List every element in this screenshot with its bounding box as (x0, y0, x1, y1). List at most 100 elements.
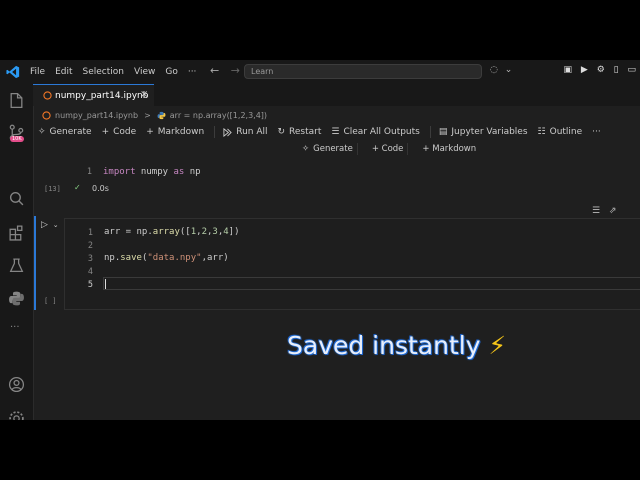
code-line-1: arr = np.array([1,2,3,4]) (104, 227, 240, 237)
account-icon[interactable] (8, 376, 25, 393)
code-cell-2[interactable]: 1 2 3 4 5 arr = np.array([1,2,3,4]) np.s… (64, 218, 640, 310)
menu-selection[interactable]: Selection (79, 67, 128, 77)
menu-file[interactable]: File (26, 67, 49, 77)
close-icon[interactable]: × (140, 89, 148, 100)
markdown-label: Markdown (157, 127, 205, 137)
menu-edit[interactable]: Edit (51, 67, 76, 77)
more-icon: ··· (592, 127, 601, 137)
code-token: "data.npy" (147, 253, 202, 263)
title-bar: File Edit Selection View Go ··· ← → Lear… (0, 60, 640, 85)
copilot-chat-icon[interactable]: ◌ (490, 65, 498, 75)
clear-all-icon: ☰ (331, 127, 340, 137)
plus-icon: + (101, 127, 110, 137)
layout-controls: ▣ ▶ ⚙ ▯ ▭ (558, 65, 636, 75)
code-token: arr = np. (104, 227, 153, 237)
tab-label: numpy_part14.ipynb (55, 91, 149, 101)
notebook-toolbar: ✧ Generate + Code + Markdown Run All ↻ R… (38, 124, 611, 140)
menu-view[interactable]: View (130, 67, 159, 77)
layout-panel-icon[interactable]: ▭ (627, 65, 636, 75)
code-token: ]) (228, 227, 240, 237)
testing-flask-icon[interactable] (8, 257, 25, 274)
jupyter-variables-button[interactable]: ▤ Jupyter Variables (439, 127, 528, 137)
forward-arrow-icon[interactable]: → (231, 64, 240, 77)
back-arrow-icon[interactable]: ← (210, 64, 219, 77)
source-control-badge: 10K (10, 136, 24, 142)
restart-button[interactable]: ↻ Restart (278, 127, 322, 137)
camera-icon[interactable]: ▣ (564, 65, 573, 75)
jupyter-file-icon (43, 91, 52, 103)
nav-arrows: ← → (210, 64, 248, 77)
line-number: 2 (87, 241, 93, 251)
title-bar-actions: ◌ ⌄ (490, 65, 516, 75)
outline-icon: ☷ (537, 127, 546, 137)
insert-generate-button[interactable]: ✧ Generate (298, 143, 358, 155)
breadcrumb-file[interactable]: numpy_part14.ipynb (55, 111, 138, 120)
cell-2-editor[interactable]: 1 2 3 4 5 arr = np.array([1,2,3,4]) np.s… (65, 219, 640, 293)
python-icon[interactable] (8, 290, 25, 307)
code-token: save (120, 253, 142, 263)
menu-more[interactable]: ··· (184, 67, 201, 77)
run-cell-icon[interactable]: ▷ (41, 220, 48, 230)
breadcrumb: numpy_part14.ipynb > arr = np.array([1,2… (42, 108, 273, 122)
insert-code-button[interactable]: + Code (368, 143, 409, 155)
layout-sidebar-icon[interactable]: ▯ (614, 65, 619, 75)
insert-code-label: + Code (371, 144, 404, 154)
execution-count: [ ] (44, 297, 57, 305)
cell-toolbar: ☰ ⇗ (592, 206, 623, 216)
cell-run-controls: ▷ ⌄ (41, 220, 59, 230)
vscode-logo-icon (6, 65, 20, 79)
code-token: np. (104, 253, 121, 263)
cell-1-code[interactable]: import numpy as np (103, 167, 201, 177)
tab-numpy-part14[interactable]: numpy_part14.ipynb × (33, 84, 154, 106)
outline-button[interactable]: ☷ Outline (538, 127, 583, 137)
line-number: 5 (87, 280, 93, 290)
search-placeholder: Learn (251, 67, 274, 76)
extensions-icon[interactable] (8, 224, 25, 241)
add-code-button[interactable]: + Code (102, 127, 137, 137)
chevron-down-icon[interactable]: ⌄ (505, 65, 513, 75)
insert-cell-bar: ✧ Generate + Code + Markdown (298, 143, 490, 155)
run-by-line-icon[interactable]: ☰ (592, 206, 600, 216)
search-icon[interactable] (8, 190, 25, 207)
toolbar-more-button[interactable]: ··· (592, 127, 601, 137)
python-icon (157, 111, 166, 119)
run-all-button[interactable]: Run All (223, 127, 268, 137)
jupyter-file-icon (42, 110, 51, 120)
code-cell-1[interactable]: 1 import numpy as np ✓ 0.0s (64, 160, 640, 196)
explorer-icon[interactable] (8, 92, 25, 109)
module-alias: np (184, 167, 201, 177)
menu-go[interactable]: Go (161, 67, 181, 77)
insert-markdown-button[interactable]: + Markdown (418, 143, 480, 155)
execution-count: [13] (44, 185, 61, 193)
vscode-window: File Edit Selection View Go ··· ← → Lear… (0, 60, 640, 420)
activity-bar: 10K ··· (0, 84, 34, 420)
caption-text: Saved instantly (287, 331, 489, 360)
execute-above-icon[interactable]: ⇗ (609, 206, 617, 216)
run-all-label: Run All (236, 127, 268, 137)
keyword-import: import (103, 167, 136, 177)
insert-markdown-label: + Markdown (422, 144, 477, 154)
more-views-icon[interactable]: ··· (10, 322, 20, 333)
clear-outputs-button[interactable]: ☰ Clear All Outputs (331, 127, 419, 137)
execution-time: 0.0s (92, 184, 109, 193)
code-token: ([ (179, 227, 191, 237)
chevron-down-icon[interactable]: ⌄ (53, 221, 59, 229)
code-line-3: np.save("data.npy",arr) (104, 253, 229, 263)
command-center-search[interactable]: Learn (244, 64, 482, 79)
lightning-icon: ⚡ (488, 331, 507, 360)
toolbar-divider (429, 126, 431, 138)
gear-icon[interactable]: ⚙ (597, 65, 605, 75)
module-name: numpy (135, 167, 174, 177)
add-markdown-button[interactable]: + Markdown (146, 127, 204, 137)
plus-icon: + (146, 127, 154, 137)
cell-focus-indicator (34, 216, 36, 310)
restart-label: Restart (289, 127, 322, 137)
video-icon[interactable]: ▶ (581, 65, 588, 75)
variables-icon: ▤ (438, 127, 448, 137)
generate-button[interactable]: ✧ Generate (38, 127, 92, 137)
line-number: 1 (86, 167, 92, 177)
success-check-icon: ✓ (74, 183, 81, 192)
manage-gear-icon[interactable] (8, 410, 25, 420)
video-caption: Saved instantly ⚡ (287, 331, 506, 360)
breadcrumb-cell[interactable]: arr = np.array([1,2,3,4]) (170, 111, 267, 120)
